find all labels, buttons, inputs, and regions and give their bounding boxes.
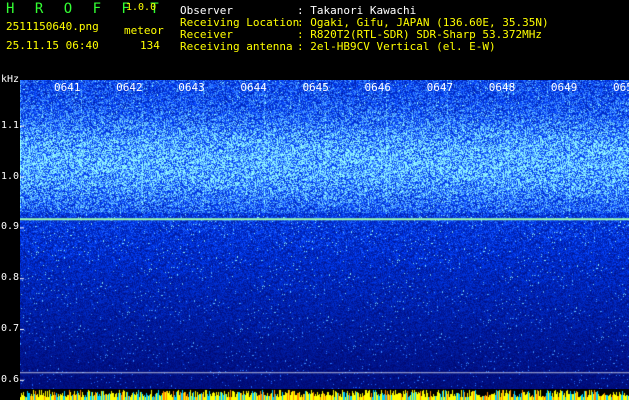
time-tick-0642: 0642 — [116, 81, 143, 94]
datetime-label: 25.11.15 06:40 — [6, 39, 99, 52]
spectrogram-canvas — [20, 80, 629, 390]
time-tick-0648: 0648 — [488, 81, 516, 94]
freq-tick-1.0: 1.0 — [1, 170, 20, 182]
info-value-location: : Ogaki, Gifu, JAPAN (136.60E, 35.35N) — [297, 16, 549, 29]
time-tick-0641: 0641 — [54, 81, 81, 94]
info-label-observer: Observer — [180, 4, 233, 17]
time-tick-0643: 0643 — [178, 81, 205, 94]
info-label-location: Receiving Location — [180, 16, 300, 29]
info-value-observer: : Takanori Kawachi — [297, 4, 417, 17]
unit-label: kHz — [1, 74, 20, 85]
freq-tick-0.6: 0.6 — [1, 373, 20, 385]
time-tick-0646: 0646 — [364, 81, 392, 94]
time-tick-0644: 0644 — [240, 81, 267, 94]
header-panel: H R O F F T 1.0.0 2511150640.png 25.11.1… — [0, 0, 629, 76]
time-tick-0647: 0647 — [426, 81, 454, 94]
info-label-antenna: Receiving antenna — [180, 40, 293, 53]
freq-tick-1.1: 1.1 — [1, 119, 20, 131]
freq-tick-0.9: 0.9 — [1, 221, 20, 233]
time-tick-0645: 0645 — [302, 81, 329, 94]
info-label-receiver: Receiver — [180, 28, 233, 41]
filename-label: 2511150640.png — [6, 20, 99, 33]
info-value-receiver: : R820T2(RTL-SDR) SDR-Sharp 53.372MHz — [297, 28, 543, 41]
freq-tick-0.7: 0.7 — [1, 323, 20, 335]
time-tick-0649: 0649 — [550, 81, 578, 94]
meteor-count: 134 — [140, 39, 160, 52]
meteor-label: meteor — [124, 24, 164, 37]
signal-level-bar — [20, 389, 629, 400]
app-version: 1.0.0 — [126, 2, 157, 13]
info-value-antenna: : 2el-HB9CV Vertical (el. E-W) — [297, 40, 496, 53]
time-tick-0650: 0650 — [613, 81, 629, 94]
freq-tick-0.8: 0.8 — [1, 272, 20, 284]
